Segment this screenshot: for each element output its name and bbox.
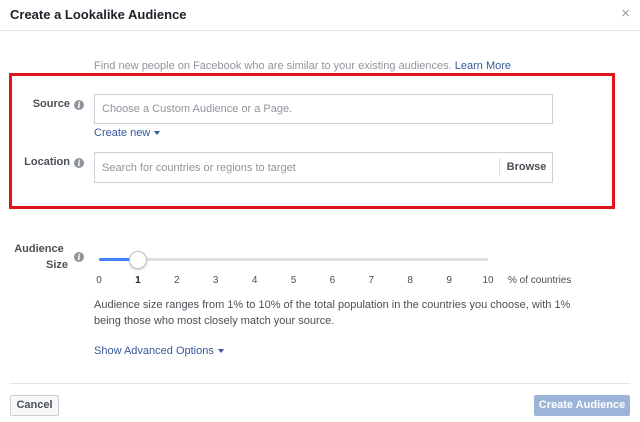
slider-tick-label[interactable]: 2: [169, 275, 185, 286]
slider-tick-label[interactable]: 7: [363, 275, 379, 286]
create-new-label: Create new: [94, 127, 151, 139]
caret-down-icon: [217, 349, 224, 354]
info-icon[interactable]: i: [74, 100, 84, 110]
create-new-dropdown[interactable]: Create new: [94, 127, 161, 139]
slider-tick-label[interactable]: 4: [247, 275, 263, 286]
show-advanced-options-link[interactable]: Show Advanced Options: [94, 345, 224, 357]
info-icon[interactable]: i: [74, 252, 84, 262]
audience-size-help-text: Audience size ranges from 1% to 10% of t…: [94, 299, 571, 327]
cancel-button[interactable]: Cancel: [10, 395, 59, 416]
audience-size-label-line2: Size: [45, 259, 68, 271]
browse-button[interactable]: Browse: [501, 153, 552, 181]
source-input[interactable]: [94, 94, 553, 124]
intro-description: Find new people on Facebook who are simi…: [94, 60, 452, 72]
dialog-title: Create a Lookalike Audience: [10, 7, 187, 22]
close-icon[interactable]: ×: [621, 6, 630, 22]
location-search-input[interactable]: [94, 152, 553, 183]
create-audience-button[interactable]: Create Audience: [534, 395, 630, 416]
audience-size-slider-thumb[interactable]: [129, 251, 147, 269]
slider-tick-label[interactable]: 0: [91, 275, 107, 286]
caret-down-icon: [154, 131, 161, 136]
slider-tick-label[interactable]: 3: [208, 275, 224, 286]
audience-size-slider-track[interactable]: [99, 258, 488, 261]
footer-divider: [10, 383, 630, 384]
slider-tick-label[interactable]: 6: [324, 275, 340, 286]
show-advanced-options-label: Show Advanced Options: [94, 345, 214, 357]
intro-text: Find new people on Facebook who are simi…: [94, 60, 511, 72]
slider-unit-label: % of countries: [508, 275, 572, 286]
source-label: Source: [32, 98, 70, 110]
info-icon[interactable]: i: [74, 158, 84, 168]
browse-divider: [499, 158, 500, 176]
slider-tick-label[interactable]: 10: [480, 275, 496, 286]
dialog-header: Create a Lookalike Audience ×: [0, 0, 640, 31]
location-label: Location: [24, 156, 70, 168]
slider-tick-label[interactable]: 1: [130, 275, 146, 286]
slider-tick-label[interactable]: 5: [286, 275, 302, 286]
slider-tick-label[interactable]: 9: [441, 275, 457, 286]
audience-size-label-line1: Audience: [14, 243, 64, 255]
slider-tick-label[interactable]: 8: [402, 275, 418, 286]
learn-more-link[interactable]: Learn More: [455, 60, 511, 72]
